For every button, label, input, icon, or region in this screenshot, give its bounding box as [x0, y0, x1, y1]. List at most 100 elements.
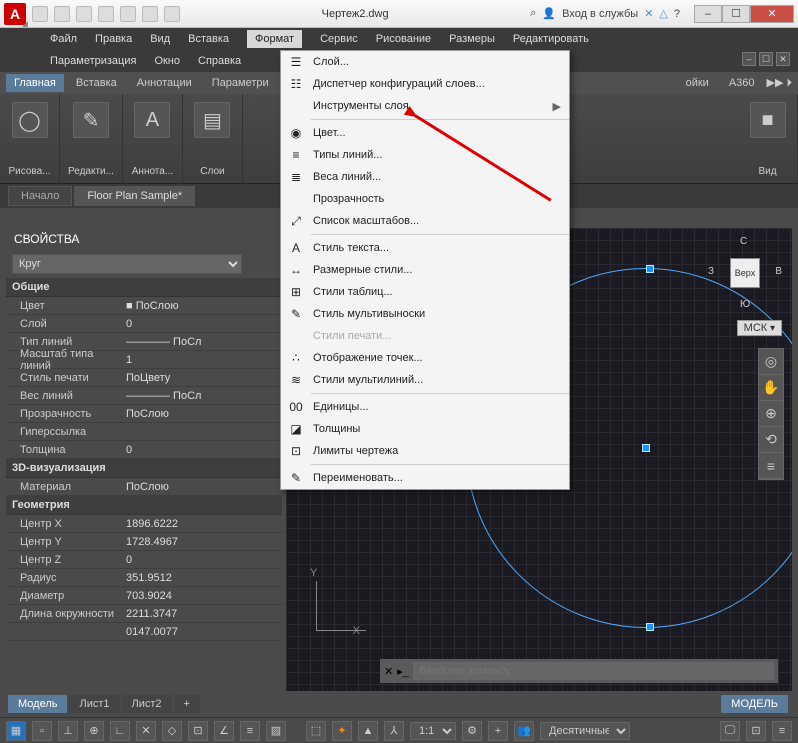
menu-item[interactable]: ☷Диспетчер конфигураций слоев... [281, 73, 569, 95]
prop-row[interactable]: Масштаб типа линий1 [6, 351, 282, 369]
nav-zoom-icon[interactable]: ⊕ [759, 401, 783, 427]
menu-item[interactable]: ☰Слой... [281, 51, 569, 73]
menu-item[interactable]: ↔Размерные стили... [281, 259, 569, 281]
prop-value[interactable]: ПоСлою [126, 408, 282, 420]
prop-value[interactable]: 0147.0077 [126, 626, 282, 638]
sb-scale-select[interactable]: 1:1 [410, 722, 456, 740]
qat-undo-icon[interactable] [142, 6, 158, 22]
ribbon-tab-settings[interactable]: ойки [678, 74, 717, 92]
ribbon-panel-modify[interactable]: ✎Редакти... [60, 94, 123, 183]
nav-orbit-icon[interactable]: ⟲ [759, 427, 783, 453]
menu-view[interactable]: Вид [150, 33, 170, 45]
ucs-icon[interactable]: Y X [296, 571, 356, 631]
sb-grid-icon[interactable]: ▦ [6, 721, 26, 741]
grip-south[interactable] [646, 623, 654, 631]
menu-item[interactable]: Инструменты слоя▶ [281, 95, 569, 117]
prop-row[interactable]: Радиус351.9512 [6, 569, 282, 587]
grip-north[interactable] [646, 265, 654, 273]
sb-infer-icon[interactable]: ⊥ [58, 721, 78, 741]
menu-dimensions[interactable]: Размеры [449, 33, 495, 45]
ribbon-panel-view[interactable]: ■Вид [738, 94, 798, 183]
ribbon-panel-annotate[interactable]: AАннота... [123, 94, 183, 183]
prop-value[interactable]: ПоЦвету [126, 372, 282, 384]
prop-value[interactable]: 1896.6222 [126, 518, 282, 530]
object-type-select[interactable]: Круг [12, 254, 276, 274]
menu-format[interactable]: Формат [247, 30, 302, 48]
command-input[interactable] [413, 662, 774, 680]
ribbon-play-icon[interactable]: ▶▶ ⏵ [767, 76, 792, 90]
sb-snap-icon[interactable]: ▫ [32, 721, 52, 741]
menu-draw[interactable]: Рисование [376, 33, 431, 45]
prop-value[interactable]: 1 [126, 354, 282, 366]
menu-item[interactable]: ≡Типы линий... [281, 144, 569, 166]
sb-lineweight-icon[interactable]: ≡ [240, 721, 260, 741]
nav-showmotion-icon[interactable]: ≡ [759, 453, 783, 479]
qat-open-icon[interactable] [54, 6, 70, 22]
menu-item[interactable]: AСтиль текста... [281, 237, 569, 259]
ribbon-tab-a360[interactable]: A360 [721, 74, 763, 92]
ribbon-tab-annotate[interactable]: Аннотации [129, 74, 200, 92]
sb-annoscale-icon[interactable]: ⅄ [384, 721, 404, 741]
sb-workspace-icon[interactable]: ▲ [358, 721, 378, 741]
qat-save-icon[interactable] [76, 6, 92, 22]
sb-otrack-icon[interactable]: ∠ [214, 721, 234, 741]
menu-item[interactable]: Прозрачность [281, 188, 569, 210]
prop-row[interactable]: Центр Z0 [6, 551, 282, 569]
restore-button[interactable]: ☐ [722, 5, 750, 23]
qat-print-icon[interactable] [120, 6, 136, 22]
prop-row[interactable]: Стиль печатиПоЦвету [6, 369, 282, 387]
ribbon-tab-home[interactable]: Главная [6, 74, 64, 92]
nav-pan-icon[interactable]: ✋ [759, 375, 783, 401]
prop-value[interactable]: 0 [126, 444, 282, 456]
prop-row[interactable]: Слой0 [6, 315, 282, 333]
search-icon[interactable]: ⌕ [530, 7, 536, 20]
sb-clean-icon[interactable]: ⊡ [746, 721, 766, 741]
qat-new-icon[interactable] [32, 6, 48, 22]
prop-row[interactable]: Диаметр703.9024 [6, 587, 282, 605]
menu-item[interactable]: ≋Стили мультилиний... [281, 369, 569, 391]
layout-tab-add[interactable]: + [174, 695, 200, 713]
menu-item[interactable]: ⊞Стили таблиц... [281, 281, 569, 303]
minimize-button[interactable]: – [694, 5, 722, 23]
prop-group-header[interactable]: Общие [6, 278, 282, 297]
prop-value[interactable]: 1728.4967 [126, 536, 282, 548]
prop-row[interactable]: Длина окружности2211.3747 [6, 605, 282, 623]
prop-row[interactable]: Вес линий———— ПоСл [6, 387, 282, 405]
ribbon-tab-parametric[interactable]: Параметри [204, 74, 277, 92]
sb-ortho-icon[interactable]: ∟ [110, 721, 130, 741]
prop-value[interactable]: 703.9024 [126, 590, 282, 602]
prop-row[interactable]: Центр Y1728.4967 [6, 533, 282, 551]
prop-row[interactable]: ПрозрачностьПоСлою [6, 405, 282, 423]
ribbon-tab-insert[interactable]: Вставка [68, 74, 125, 92]
viewcube-top[interactable]: Верх [730, 258, 760, 288]
prop-value[interactable]: ———— ПоСл [126, 336, 282, 348]
menu-item[interactable]: ✎Переименовать... [281, 467, 569, 489]
menu-edit[interactable]: Правка [95, 33, 132, 45]
prop-row[interactable]: Цвет■ ПоСлою [6, 297, 282, 315]
qat-saveas-icon[interactable] [98, 6, 114, 22]
prop-row[interactable]: 0147.0077 [6, 623, 282, 641]
prop-value[interactable]: 351.9512 [126, 572, 282, 584]
sb-dynamic-icon[interactable]: ⊕ [84, 721, 104, 741]
sb-polar-icon[interactable]: ✕ [136, 721, 156, 741]
app-logo[interactable]: A [4, 3, 26, 25]
menu-service[interactable]: Сервис [320, 33, 358, 45]
sb-osnap-icon[interactable]: ⊡ [188, 721, 208, 741]
menu-item[interactable]: ⊡Лимиты чертежа [281, 440, 569, 462]
menu-help[interactable]: Справка [198, 55, 241, 67]
nav-wheel-icon[interactable]: ◎ [759, 349, 783, 375]
prop-value[interactable]: 0 [126, 318, 282, 330]
menu-item[interactable]: ∴Отображение точек... [281, 347, 569, 369]
cloud-icon[interactable]: △ [659, 7, 667, 20]
prop-value[interactable]: ■ ПоСлою [126, 300, 282, 312]
sb-monitor-icon[interactable]: 🖵 [720, 721, 740, 741]
menu-item[interactable]: ◪Толщины [281, 418, 569, 440]
wcs-badge[interactable]: МСК ▾ [737, 320, 782, 336]
menu-modify[interactable]: Редактировать [513, 33, 589, 45]
prop-row[interactable]: Толщина0 [6, 441, 282, 459]
menu-item[interactable]: ✎Стиль мультивыноски [281, 303, 569, 325]
prop-value[interactable]: ПоСлою [126, 481, 282, 493]
sb-iso-icon[interactable]: ◇ [162, 721, 182, 741]
viewcube[interactable]: Верх С Ю В З [708, 236, 782, 310]
file-tab-floorplan[interactable]: Floor Plan Sample* [74, 186, 195, 206]
